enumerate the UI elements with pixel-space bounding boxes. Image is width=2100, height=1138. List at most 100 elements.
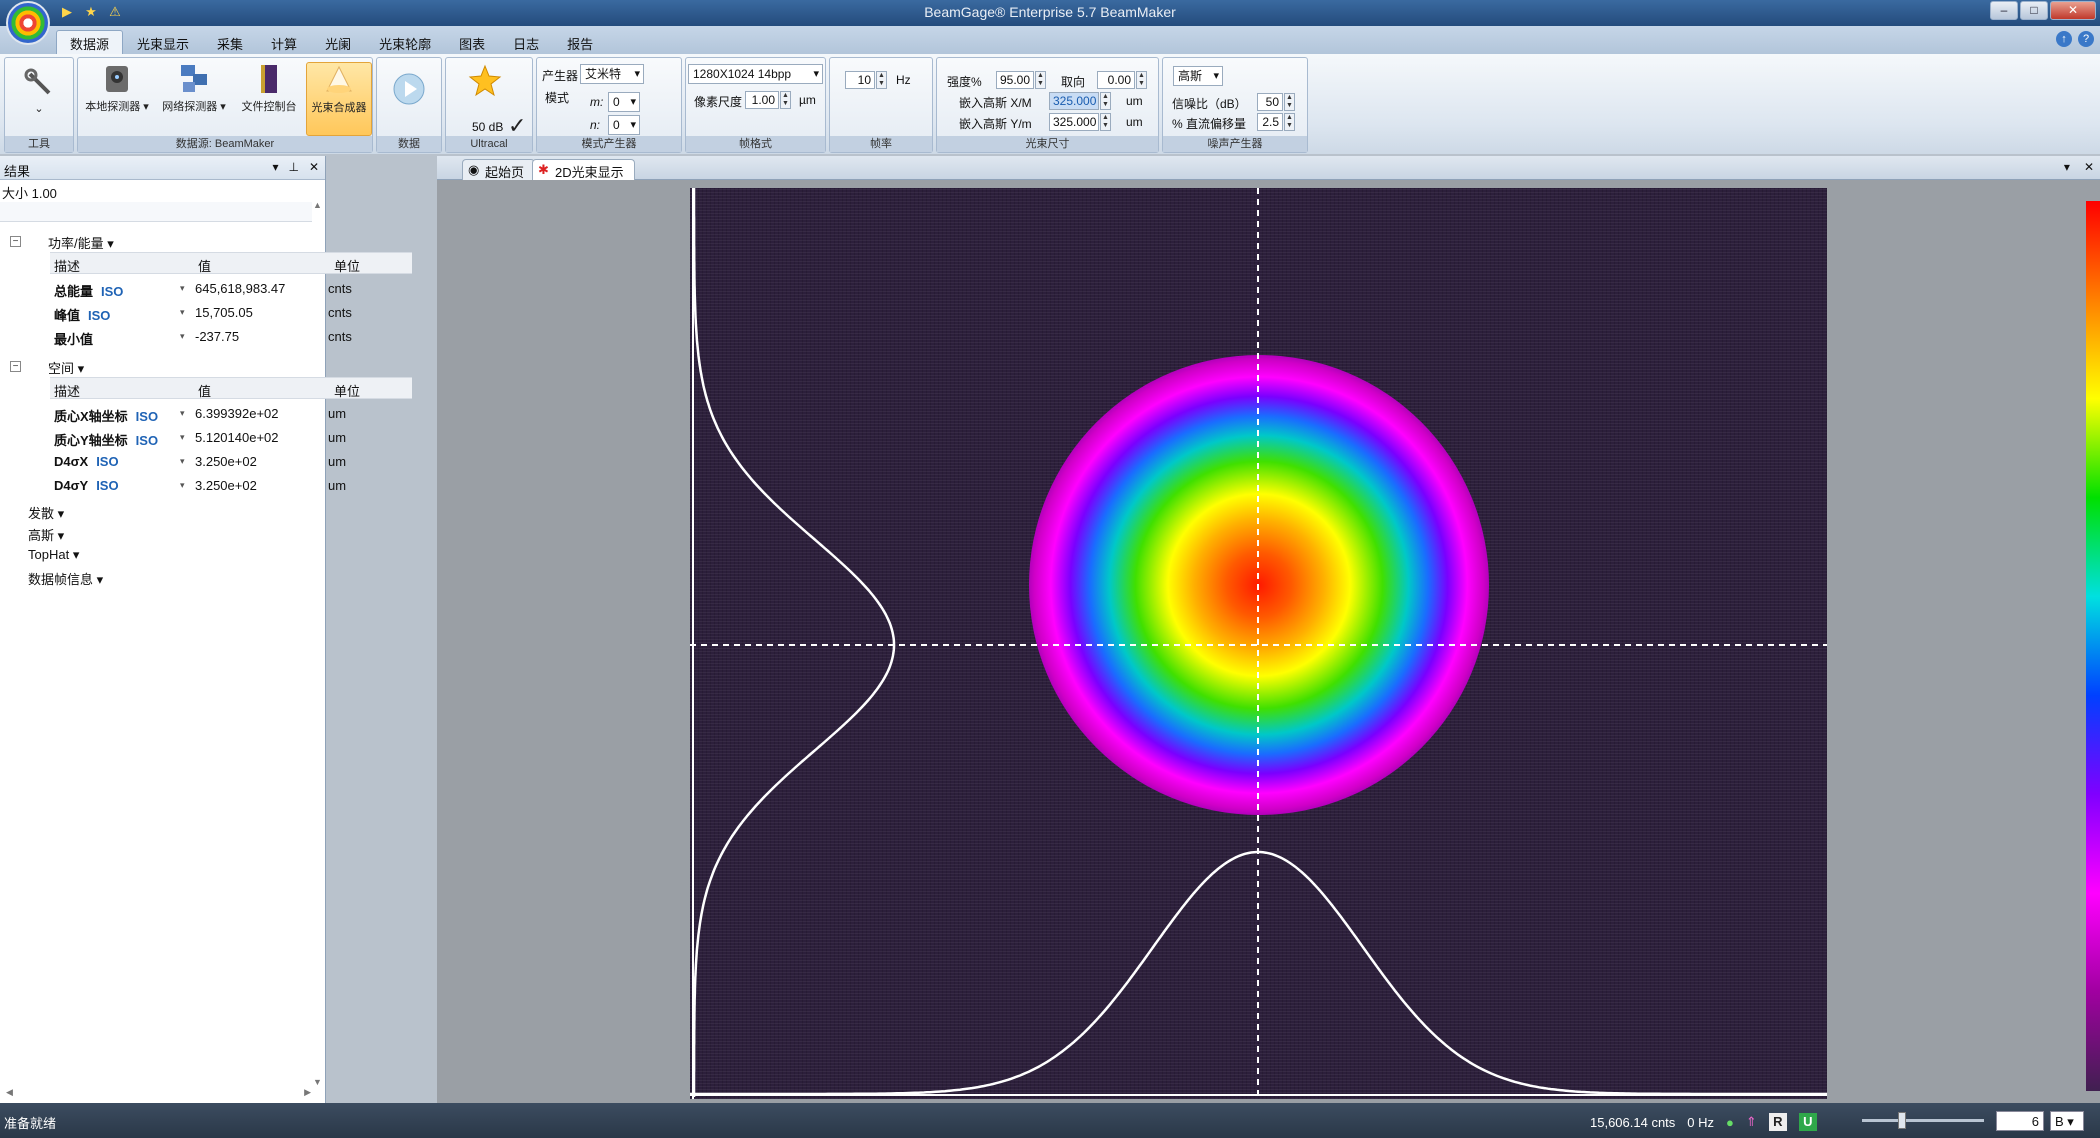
- tools-button[interactable]: ⌄: [13, 66, 65, 115]
- zoom-slider-thumb[interactable]: [1898, 1112, 1906, 1129]
- embedded-gauss-x-spinner[interactable]: ▲ ▼: [1100, 92, 1111, 110]
- table-row[interactable]: D4σX ISO ▾ 3.250e+02 um: [50, 450, 412, 474]
- size-label[interactable]: 大小 1.00: [2, 183, 57, 202]
- info-icon[interactable]: ↑: [2056, 31, 2072, 47]
- tab-menu-icon[interactable]: ▾: [2064, 160, 2070, 174]
- table-row[interactable]: 最小值 ▾ -237.75 cnts: [50, 325, 412, 349]
- app-menu-orb-icon[interactable]: [6, 1, 50, 45]
- dc-offset-label: % 直流偏移量: [1172, 117, 1247, 131]
- zoom-slider[interactable]: [1862, 1119, 1984, 1122]
- menu-tab-capture[interactable]: 采集: [203, 30, 257, 57]
- row-dropdown-icon[interactable]: ▾: [180, 331, 185, 342]
- results-horizontal-scrollbar[interactable]: ◀ ▶: [6, 1087, 311, 1103]
- intensity-spinner[interactable]: ▲ ▼: [1035, 71, 1046, 89]
- local-detector-button[interactable]: 本地探测器 ▾: [80, 62, 154, 114]
- results-vertical-scrollbar[interactable]: ▲ ▼: [313, 200, 323, 1087]
- status-ready: 准备就绪: [4, 1116, 57, 1131]
- embedded-gauss-x-field[interactable]: 325.000: [1049, 92, 1099, 110]
- snr-spinner[interactable]: ▲ ▼: [1284, 93, 1295, 111]
- camera-icon: [106, 66, 128, 92]
- row-dropdown-icon[interactable]: ▾: [180, 456, 185, 467]
- beam-2d-canvas[interactable]: [690, 188, 1827, 1099]
- n-combo[interactable]: 0: [608, 115, 640, 135]
- section-spatial-label: 空间: [48, 361, 75, 376]
- dc-offset-field[interactable]: 2.5: [1257, 113, 1283, 131]
- table-row[interactable]: D4σY ISO ▾ 3.250e+02 um: [50, 474, 412, 498]
- help-icon[interactable]: ?: [2078, 31, 2094, 47]
- menu-tab-compute[interactable]: 计算: [257, 30, 311, 57]
- dc-offset-spinner[interactable]: ▲ ▼: [1284, 113, 1295, 131]
- menu-tab-log[interactable]: 日志: [499, 30, 553, 57]
- iso-badge: ISO: [135, 433, 159, 448]
- beam-display-icon: ✱: [538, 162, 549, 177]
- row-value: 3.250e+02: [195, 454, 257, 469]
- panel-menu-icon[interactable]: ▾: [272, 160, 278, 174]
- noise-type-combo[interactable]: 高斯: [1173, 66, 1223, 86]
- group-ultracal: 50 dB ✓ Ultracal: [445, 57, 533, 153]
- title-bar: ▶ ★ ⚠ BeamGage® Enterprise 5.7 BeamMaker…: [0, 0, 2100, 26]
- minimize-button[interactable]: –: [1990, 1, 2018, 20]
- tab-start-page[interactable]: ◉ 起始页: [462, 159, 536, 180]
- run-button[interactable]: [383, 72, 435, 108]
- menu-tab-source[interactable]: 数据源: [56, 30, 124, 57]
- pin-icon[interactable]: ⊥: [288, 160, 298, 174]
- table-row[interactable]: 质心Y轴坐标 ISO ▾ 5.120140e+02 um: [50, 426, 412, 450]
- section-power-title[interactable]: 功率/能量 ▾: [48, 233, 114, 252]
- pixel-scale-spinner[interactable]: ▲ ▼: [780, 91, 791, 109]
- vertical-profile-curve: [692, 188, 896, 1097]
- network-detector-button[interactable]: 网络探测器 ▾: [156, 62, 232, 114]
- row-dropdown-icon[interactable]: ▾: [180, 307, 185, 318]
- m-combo[interactable]: 0: [608, 92, 640, 112]
- table-row[interactable]: 峰值 ISO ▾ 15,705.05 cnts: [50, 301, 412, 325]
- orientation-spinner[interactable]: ▲ ▼: [1136, 71, 1147, 89]
- status-u-badge[interactable]: U: [1798, 1113, 1817, 1131]
- collapse-spatial-icon[interactable]: −: [10, 361, 21, 372]
- zoom-field[interactable]: 6: [1996, 1111, 2044, 1131]
- section-tophat[interactable]: TopHat ▾: [28, 547, 79, 563]
- ultracal-button[interactable]: [462, 64, 508, 100]
- frame-format-combo[interactable]: 1280X1024 14bpp: [688, 64, 823, 84]
- embedded-gauss-y-spinner[interactable]: ▲ ▼: [1100, 113, 1111, 131]
- beam-synth-button[interactable]: 光束合成器: [306, 62, 372, 136]
- section-gaussian[interactable]: 高斯 ▾: [28, 525, 64, 544]
- generator-combo[interactable]: 艾米特: [580, 64, 644, 84]
- maximize-button[interactable]: □: [2020, 1, 2048, 20]
- zoom-unit-combo[interactable]: B ▾: [2050, 1111, 2084, 1131]
- close-button[interactable]: ✕: [2050, 1, 2096, 20]
- row-desc: D4σY: [54, 478, 89, 493]
- embedded-gauss-y-field[interactable]: 325.000: [1049, 113, 1099, 131]
- menu-tab-beam-display[interactable]: 光束显示: [123, 30, 203, 57]
- table-row[interactable]: 总能量 ISO ▾ 645,618,983.47 cnts: [50, 277, 412, 301]
- snr-field[interactable]: 50: [1257, 93, 1283, 111]
- intensity-field[interactable]: 95.00: [996, 71, 1034, 89]
- row-dropdown-icon[interactable]: ▾: [180, 408, 185, 419]
- collapse-power-icon[interactable]: −: [10, 236, 21, 247]
- section-spatial-title[interactable]: 空间 ▾: [48, 358, 84, 377]
- status-r-badge[interactable]: R: [1768, 1113, 1787, 1131]
- menu-tab-profile[interactable]: 光束轮廓: [365, 30, 445, 57]
- panel-close-icon[interactable]: ✕: [309, 160, 319, 174]
- orientation-field[interactable]: 0.00: [1097, 71, 1135, 89]
- row-desc: 质心X轴坐标: [54, 409, 128, 424]
- table-row[interactable]: 质心X轴坐标 ISO ▾ 6.399392e+02 um: [50, 402, 412, 426]
- group-label-beam: 光束尺寸: [937, 136, 1158, 152]
- play-circle-icon: [393, 73, 425, 105]
- frame-rate-field[interactable]: 10: [845, 71, 875, 89]
- section-gaussian-label: 高斯: [28, 528, 55, 543]
- tab-close-icon[interactable]: ✕: [2084, 160, 2094, 174]
- menu-tab-report[interactable]: 报告: [553, 30, 607, 57]
- section-divergence[interactable]: 发散 ▾: [28, 503, 64, 522]
- row-unit: cnts: [328, 281, 352, 296]
- row-dropdown-icon[interactable]: ▾: [180, 432, 185, 443]
- tab-2d-display[interactable]: ✱ 2D光束显示: [532, 159, 635, 180]
- row-dropdown-icon[interactable]: ▾: [180, 283, 185, 294]
- row-dropdown-icon[interactable]: ▾: [180, 480, 185, 491]
- pixel-scale-field[interactable]: 1.00: [745, 91, 779, 109]
- row-value: 15,705.05: [195, 305, 253, 320]
- frame-rate-spinner[interactable]: ▲ ▼: [876, 71, 887, 89]
- menu-tab-charts[interactable]: 图表: [445, 30, 499, 57]
- file-console-button[interactable]: 文件控制台: [234, 62, 304, 114]
- section-frame-info[interactable]: 数据帧信息 ▾: [28, 569, 103, 588]
- menu-tab-aperture[interactable]: 光阑: [311, 30, 365, 57]
- embedded-gauss-y-label: 嵌入高斯 Y/m: [959, 117, 1032, 131]
